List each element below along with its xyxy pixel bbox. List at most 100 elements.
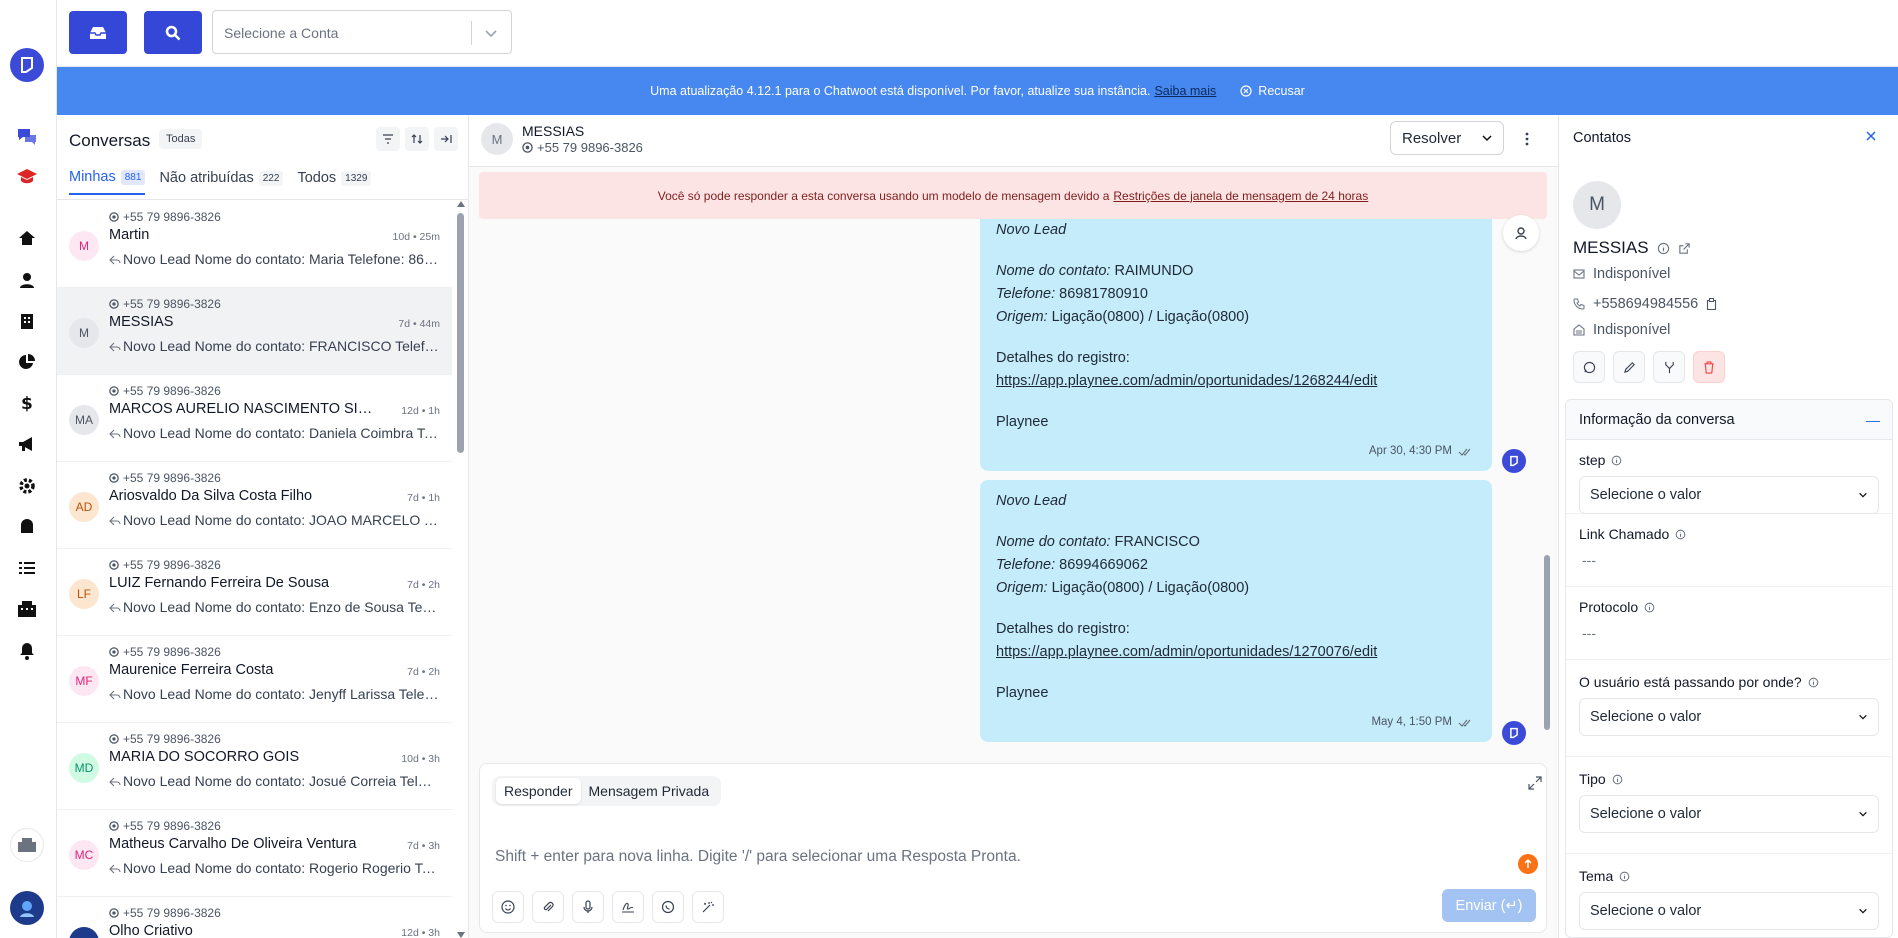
reply-toolbar [492,891,724,923]
more-options-button[interactable] [1513,125,1541,153]
tab-reply[interactable]: Responder [496,778,581,804]
audio-button[interactable] [572,891,604,923]
attach-button[interactable] [532,891,564,923]
contact-name-row: MESSIAS [1573,238,1691,258]
dismiss-button[interactable]: Recusar [1240,84,1305,98]
attribute-value[interactable]: --- [1582,552,1596,568]
campaigns-megaphone-icon[interactable] [12,429,42,459]
tab-mine[interactable]: Minhas 881 [69,169,146,195]
expand-icon[interactable] [1528,776,1542,795]
conversation-item[interactable]: LF +55 79 9896-3826 LUIZ Fernando Ferreira… [57,549,452,636]
attribute-value[interactable]: --- [1582,625,1596,641]
collapse-list-button[interactable] [434,127,458,151]
account-select[interactable]: Selecione a Conta [212,10,512,54]
filter-button[interactable] [376,127,400,151]
switch-account-icon[interactable] [10,828,44,862]
inbox-phone: +55 79 9896-3826 [109,558,221,572]
reply-arrow-icon [109,777,121,787]
kebab-menu-icon [1525,132,1529,146]
conversation-item[interactable]: +55 79 9896-3826 Olho Criativo 12d • 3h [57,897,452,938]
conversation-item[interactable]: MD +55 79 9896-3826 MARIA DO SOCORRO GOIS 1… [57,723,452,810]
tab-private-note[interactable]: Mensagem Privada [581,778,718,804]
contacts-icon[interactable] [12,265,42,295]
building-icon[interactable] [12,594,42,624]
academy-cap-icon[interactable] [12,162,42,192]
contact-name[interactable]: MESSIAS [522,123,584,139]
message-input[interactable]: Shift + enter para nova linha. Digite '/… [495,848,1021,866]
reply-box: Responder Mensagem Privada Shift + enter… [479,763,1547,933]
attribute-label: Tema [1579,868,1630,884]
reports-pie-icon[interactable] [12,347,42,377]
status-filter-chip[interactable]: Todas [159,129,203,149]
notifications-bell-icon[interactable] [12,636,42,666]
conversation-info-header[interactable]: Informação da conversa — [1566,400,1892,440]
assign-agent-button[interactable] [1503,215,1539,251]
learn-more-link[interactable]: Saiba mais [1154,84,1216,98]
attribute-select[interactable]: Selecione o valor [1579,698,1879,736]
contact-avatar: AD [69,492,99,522]
message-time: Apr 30, 4:30 PM [1368,445,1452,457]
chevron-down-icon [1482,135,1492,142]
microphone-icon [583,900,593,913]
close-icon[interactable] [1865,129,1877,147]
whatsapp-icon [522,142,533,153]
chatwoot-logo-icon[interactable] [10,48,44,82]
conversation-item[interactable]: AD +55 79 9896-3826 Ariosvaldo Da Silva Co… [57,462,452,549]
tab-all[interactable]: Todos 1329 [297,169,372,195]
emoji-button[interactable] [492,891,524,923]
whatsapp-template-button[interactable] [652,891,684,923]
custom-attribute-field: Protocolo --- [1566,587,1892,660]
kanban-list-icon[interactable] [12,553,42,583]
inbox-button[interactable] [69,11,127,54]
upload-arrow-icon[interactable] [1518,854,1538,874]
reply-arrow-icon [109,690,121,700]
contact-avatar: MD [69,753,99,783]
custom-attribute-field: Tipo Selecione o valor [1566,757,1892,854]
user-avatar[interactable] [10,891,44,925]
settings-gear-icon[interactable] [12,471,42,501]
new-message-button[interactable] [1573,351,1605,383]
edit-contact-button[interactable] [1613,351,1645,383]
collapse-minus-icon[interactable]: — [1866,412,1880,428]
resolve-button[interactable]: Resolver [1390,121,1504,155]
record-link[interactable]: https://app.playnee.com/admin/oportunida… [996,641,1476,664]
delete-contact-button[interactable] [1693,351,1725,383]
send-button[interactable]: Enviar (↵) [1442,889,1536,922]
conversation-time: 7d • 2h [407,579,440,591]
companies-icon[interactable] [12,306,42,336]
reply-arrow-icon [109,516,121,526]
merge-contact-button[interactable] [1653,351,1685,383]
info-icon [1612,774,1623,784]
signature-button[interactable] [612,891,644,923]
conversation-item[interactable]: MA +55 79 9896-3826 MARCOS AURELIO NASCIME… [57,375,452,462]
conversation-item[interactable]: M +55 79 9896-3826 MESSIAS 7d • 44m Novo Lea… [57,288,452,375]
restrictions-link[interactable]: Restrições de janela de mensagem de 24 h… [1113,189,1368,203]
ai-assist-button[interactable] [692,891,724,923]
contact-avatar[interactable]: M [481,123,513,155]
attribute-select[interactable]: Selecione o valor [1579,795,1879,833]
conversation-item[interactable]: MC +55 79 9896-3826 Matheus Carvalho De Ol… [57,810,452,897]
conversation-contact-name: Maurenice Ferreira Costa [109,662,274,678]
conversation-contact-name: Ariosvaldo Da Silva Costa Filho [109,488,313,504]
attribute-select[interactable]: Selecione o valor [1579,476,1879,514]
conversation-list-panel: Conversas Todas Minhas 881 Não atribuída… [57,115,469,938]
home-icon[interactable] [12,223,42,253]
record-link[interactable]: https://app.playnee.com/admin/oportunida… [996,370,1476,393]
attribute-select[interactable]: Selecione o valor [1579,892,1879,930]
conversations-icon[interactable] [12,121,42,151]
contact-company: Indisponível [1573,322,1670,338]
message-meta: Apr 30, 4:30 PM [1369,440,1472,463]
inbox-phone: +55 79 9896-3826 [109,732,221,746]
conversation-preview: Novo Lead Nome do contato: Josué Correia… [109,773,439,789]
search-button[interactable] [144,11,202,54]
conversation-list-scrollbar[interactable] [456,201,465,938]
inbox-phone: +55 79 9896-3826 [109,297,221,311]
conversation-item[interactable]: MF +55 79 9896-3826 Maurenice Ferreira Cos… [57,636,452,723]
tab-count: 222 [258,170,284,186]
conversation-item[interactable]: M +55 79 9896-3826 Martin 10d • 25m Novo Lea… [57,201,452,288]
billing-dollar-icon[interactable]: $ [12,388,42,418]
tab-unassigned[interactable]: Não atribuídas 222 [159,169,284,195]
message-bubble: Novo Lead Nome do contato: RAIMUNDO Tele… [980,219,1492,471]
sort-button[interactable] [405,127,429,151]
help-center-icon[interactable] [12,512,42,542]
